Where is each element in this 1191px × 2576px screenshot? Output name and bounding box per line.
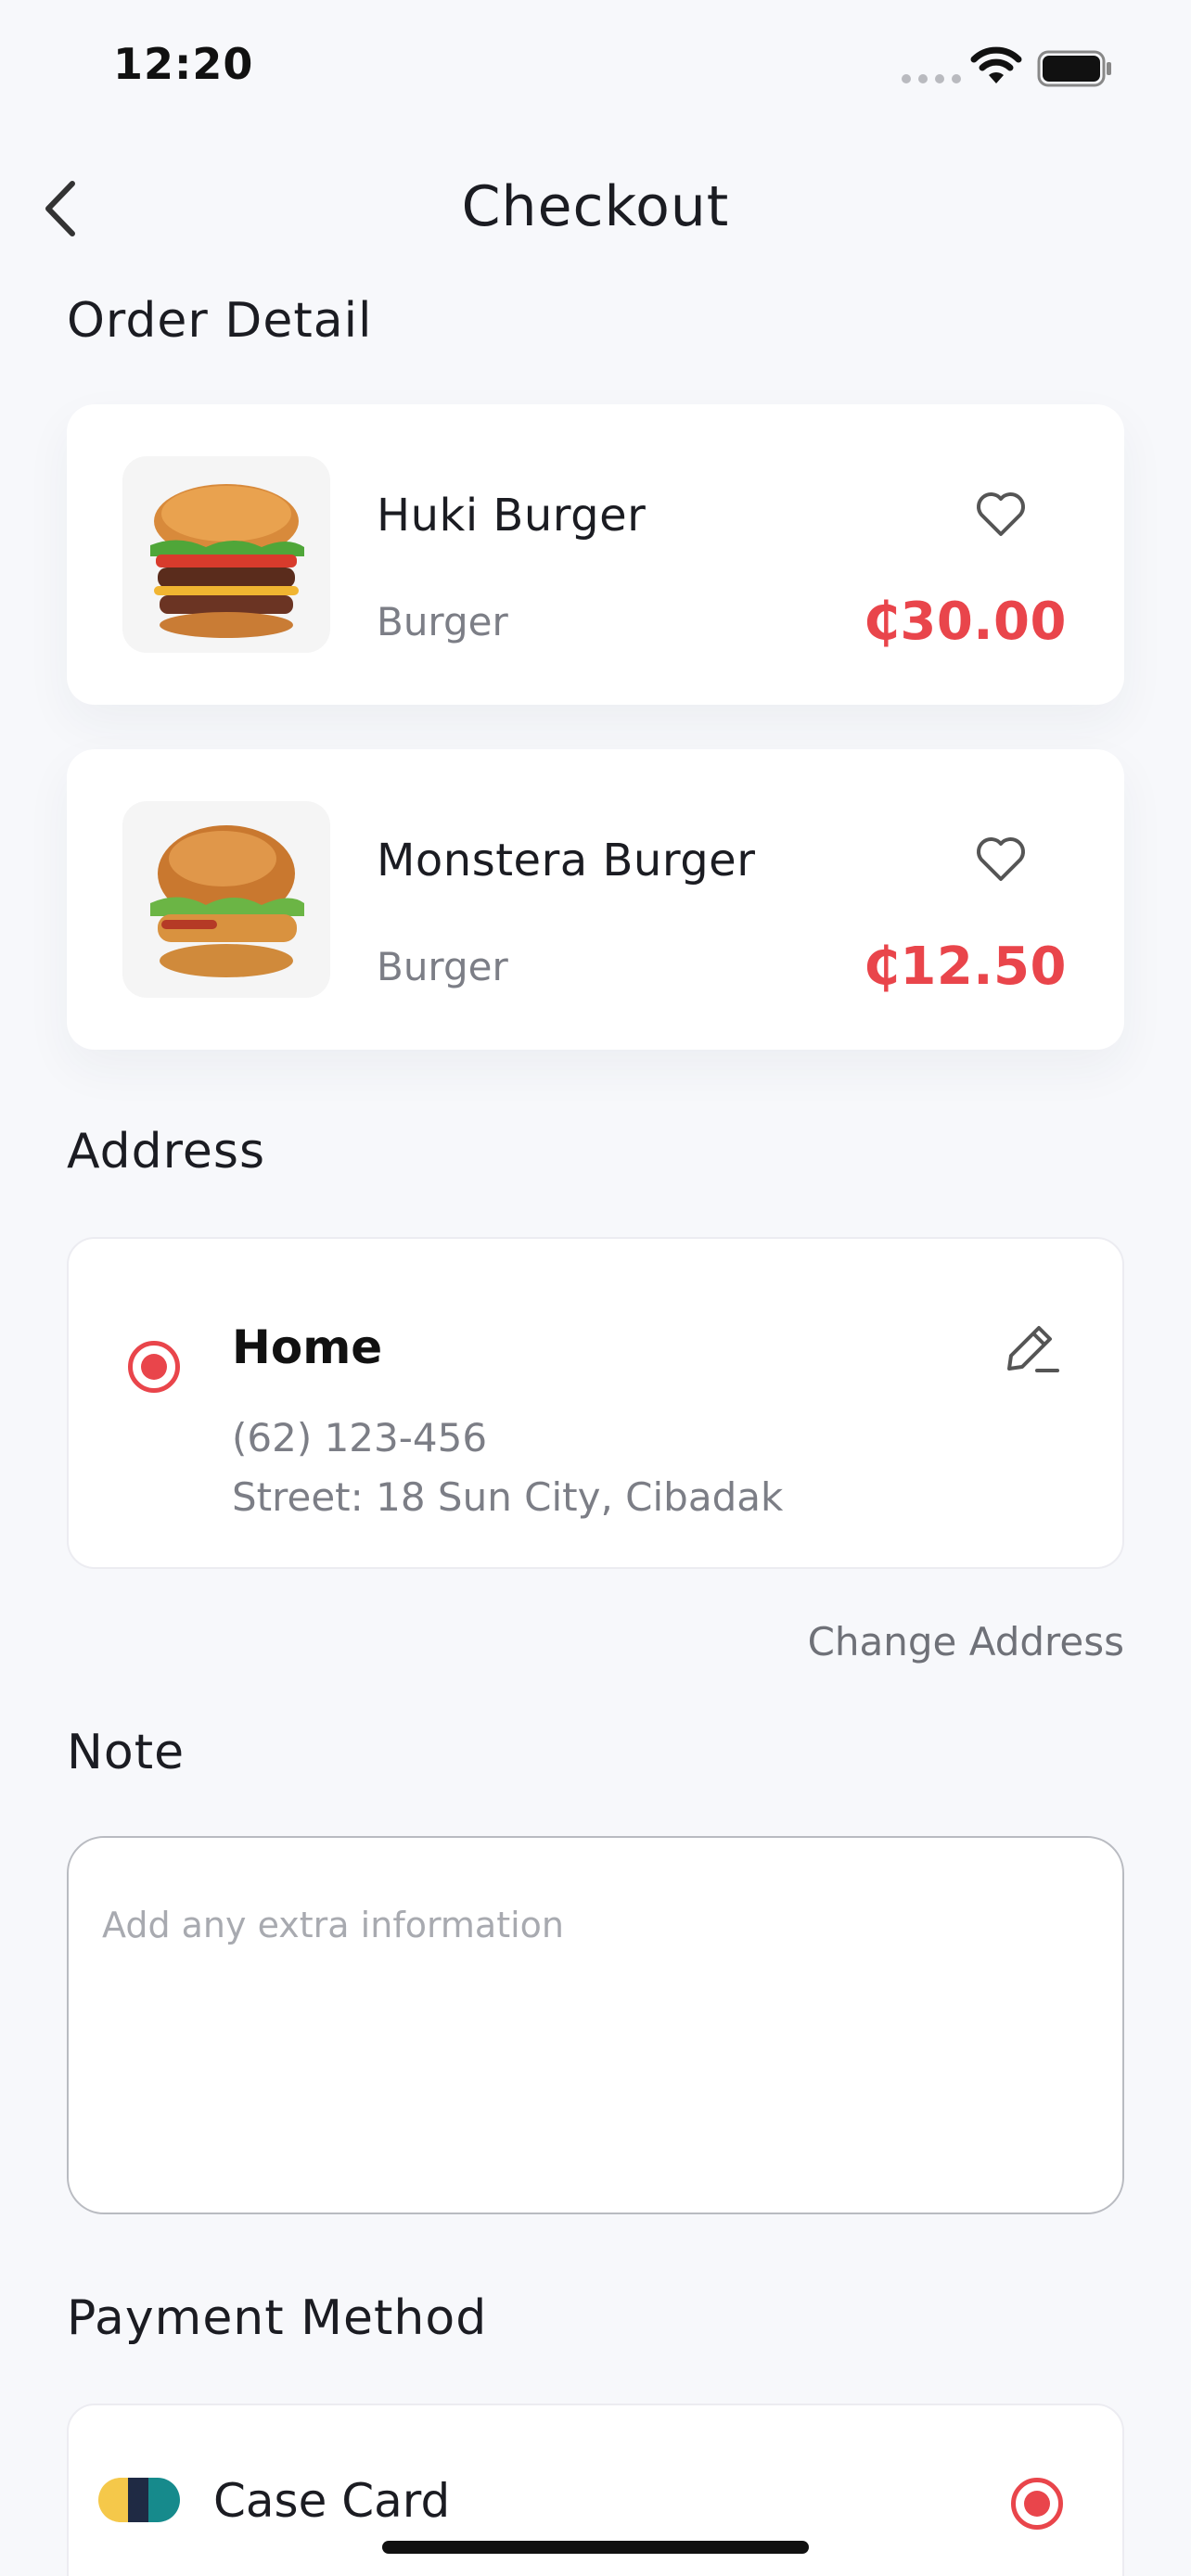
battery-icon xyxy=(1037,50,1111,87)
item-category: Burger xyxy=(377,599,508,644)
change-address-link[interactable]: Change Address xyxy=(808,1619,1124,1664)
order-item-card[interactable]: Huki Burger Burger ₵30.00 xyxy=(67,404,1124,705)
payment-method-label: Case Card xyxy=(213,2474,451,2528)
item-name: Monstera Burger xyxy=(377,835,756,886)
address-radio-selected[interactable] xyxy=(128,1341,180,1393)
burger-image-icon xyxy=(150,484,304,638)
payment-method-heading: Payment Method xyxy=(67,2290,488,2346)
address-card[interactable]: Home (62) 123-456 Street: 18 Sun City, C… xyxy=(67,1237,1124,1569)
heart-icon[interactable] xyxy=(974,488,1028,538)
status-time: 12:20 xyxy=(113,39,254,89)
home-indicator xyxy=(382,2541,809,2554)
burger-image-icon xyxy=(150,825,304,977)
item-name: Huki Burger xyxy=(377,490,647,542)
food-thumbnail xyxy=(122,456,330,653)
heart-icon[interactable] xyxy=(974,833,1028,883)
food-thumbnail xyxy=(122,801,330,998)
note-input[interactable] xyxy=(67,1836,1124,2214)
order-item-card[interactable]: Monstera Burger Burger ₵12.50 xyxy=(67,749,1124,1050)
wifi-icon xyxy=(970,46,1022,83)
cellular-signal-icon xyxy=(902,74,961,83)
item-category: Burger xyxy=(377,944,508,989)
item-price: ₵12.50 xyxy=(863,937,1067,997)
address-phone: (62) 123-456 xyxy=(232,1415,488,1460)
payment-radio-selected[interactable] xyxy=(1011,2478,1063,2530)
note-heading: Note xyxy=(67,1725,186,1780)
edit-pencil-icon[interactable] xyxy=(998,1317,1061,1380)
order-detail-heading: Order Detail xyxy=(67,293,373,349)
address-heading: Address xyxy=(67,1124,266,1180)
page-title: Checkout xyxy=(461,174,730,239)
address-label: Home xyxy=(232,1320,383,1374)
address-street: Street: 18 Sun City, Cibadak xyxy=(232,1474,784,1520)
item-price: ₵30.00 xyxy=(863,592,1067,652)
payment-card-icon xyxy=(98,2478,180,2522)
